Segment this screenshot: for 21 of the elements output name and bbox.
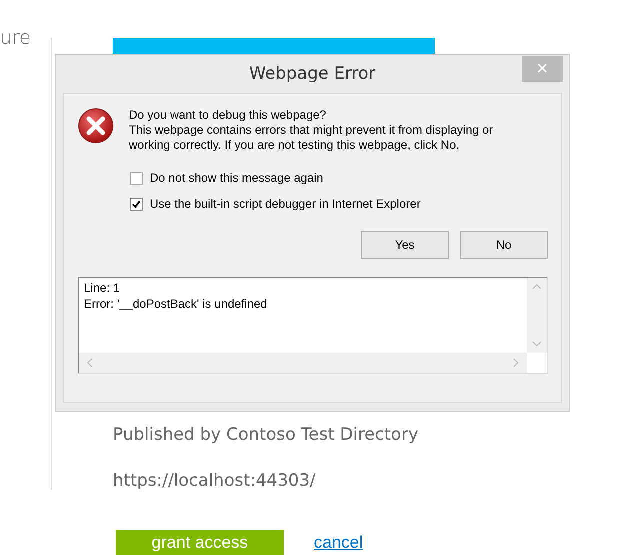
question-text: Do you want to debug this webpage? (129, 108, 328, 123)
scroll-left-icon[interactable] (87, 358, 93, 368)
checkbox[interactable] (130, 172, 143, 185)
option-label: Use the built-in script debugger in Internet Explorer (150, 197, 421, 212)
details-line: Line: 1 (84, 280, 122, 296)
details-box[interactable]: Line: 1 Error: '__doPostBack' is undefined (78, 277, 548, 374)
scroll-right-icon[interactable] (513, 358, 519, 368)
heading-text: ure (0, 27, 32, 49)
dialog-button[interactable]: No (460, 231, 548, 259)
checkbox[interactable] (130, 198, 143, 211)
details-line: Error: '__doPostBack' is undefined (84, 296, 268, 312)
option-label: Do not show this message again (150, 171, 324, 186)
message-text: This webpage contains errors that might prevent it from displaying or working correctly. If you are not testing this webpage, click No. (129, 123, 494, 153)
url-text: https://localhost:44303/ (113, 470, 317, 493)
scroll-down-icon[interactable] (532, 341, 542, 347)
scroll-up-icon[interactable] (532, 284, 542, 290)
window-title: Webpage Error (249, 64, 376, 84)
publisher-text: Published by Contoso Test Directory (113, 424, 419, 447)
dialog-button[interactable]: Yes (361, 231, 449, 259)
cancel-link[interactable]: cancel (314, 532, 364, 552)
error-icon (78, 108, 114, 144)
